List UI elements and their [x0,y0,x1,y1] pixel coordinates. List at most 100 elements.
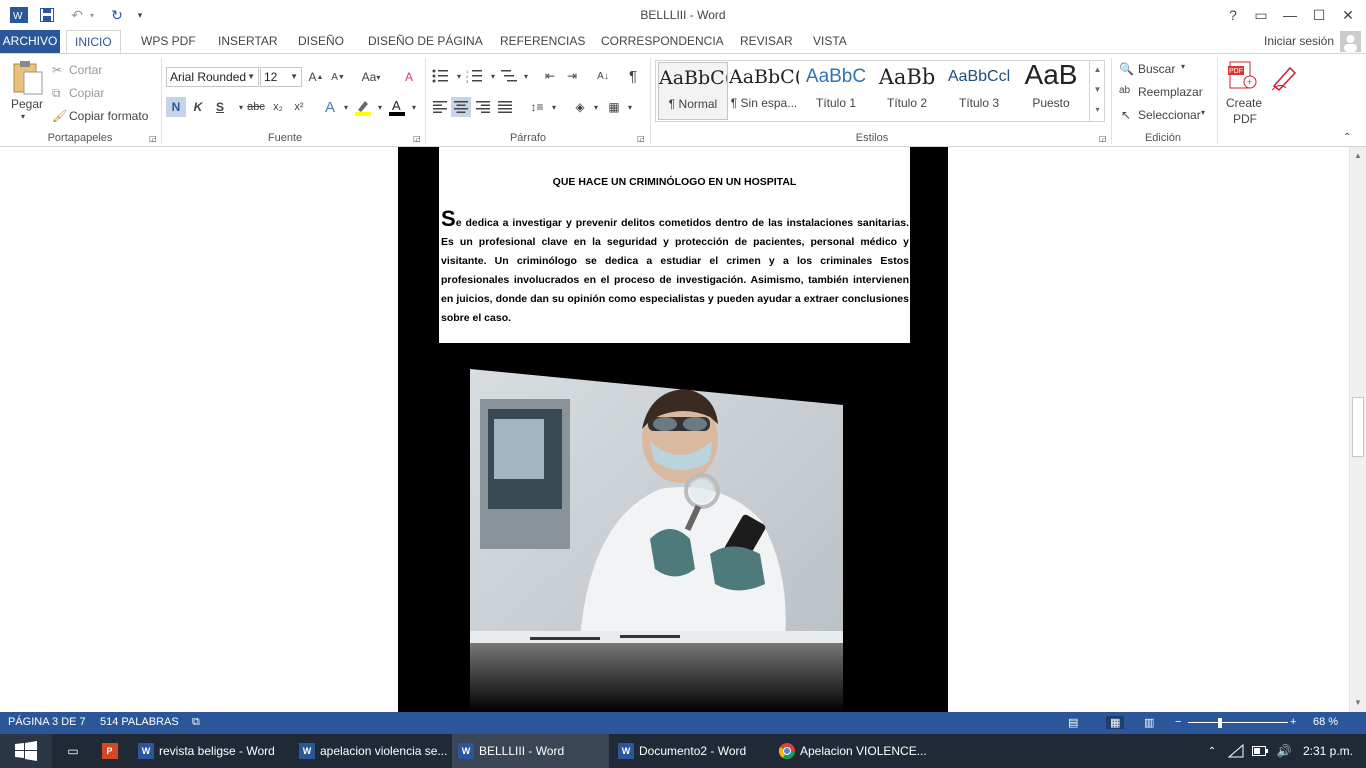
paste-dropdown-icon[interactable]: ▾ [21,112,25,121]
style-sin-espaciado[interactable]: AaBbC( ¶ Sin espa... [729,62,799,120]
style-puesto[interactable]: AaB Puesto [1016,62,1086,120]
scroll-thumb[interactable] [1352,397,1364,457]
read-mode-icon[interactable]: ▤ [1068,716,1078,729]
chevron-down-icon[interactable]: ▼ [1090,80,1105,100]
paste-button[interactable]: Pegar [11,97,43,111]
zoom-slider[interactable] [1188,722,1288,723]
font-launcher-icon[interactable]: ◲ [413,134,421,143]
text-box[interactable]: QUE HACE UN CRIMINÓLOGO EN UN HOSPITAL S… [439,147,910,343]
taskbar-item-active[interactable]: W BELLLIII - Word [452,734,609,768]
tab-diseno[interactable]: DISEÑO [290,30,352,53]
tab-insertar[interactable]: INSERTAR [210,30,286,53]
copy-button[interactable]: Copiar [69,86,104,100]
taskbar-item[interactable]: Wrevista beligse - Word [132,734,284,768]
avatar[interactable] [1340,31,1361,52]
bullets-icon[interactable] [430,66,450,86]
scroll-up-icon[interactable]: ▲ [1350,149,1366,163]
zoom-slider-thumb[interactable] [1218,718,1223,728]
font-name-combo[interactable]: Arial Rounded ▼ [166,67,259,87]
web-layout-icon[interactable]: ▥ [1144,716,1154,729]
select-button[interactable]: Seleccionar [1138,108,1201,122]
page-indicator[interactable]: PÁGINA 3 DE 7 [8,716,86,728]
style-titulo-3[interactable]: AaBbCcl Título 3 [944,62,1014,120]
taskbar-item[interactable]: W Documento2 - Word [612,734,769,768]
superscript-button[interactable]: x² [289,97,309,117]
network-icon[interactable] [1226,734,1246,768]
chevron-down-icon[interactable]: ▾ [544,97,564,117]
chevron-down-icon[interactable]: ▾ [620,97,640,117]
tab-vista[interactable]: VISTA [805,30,855,53]
underline-button[interactable]: S [210,97,230,117]
justify-icon[interactable] [495,97,515,117]
vertical-scrollbar[interactable]: ▲ ▼ [1349,147,1366,712]
chevron-down-icon[interactable]: ▾ [404,97,424,117]
find-button[interactable]: Buscar [1138,62,1175,76]
replace-button[interactable]: Reemplazar [1138,85,1203,99]
volume-icon[interactable]: 🔊 [1274,734,1294,768]
signin-link[interactable]: Iniciar sesión [1256,30,1342,53]
chevron-down-icon[interactable]: ▾ [1201,108,1205,117]
more-styles-icon[interactable]: ▾ [1090,100,1105,120]
zoom-in-icon[interactable]: + [1290,716,1296,728]
align-left-icon[interactable] [430,97,450,117]
task-view-icon[interactable]: ▭ [58,734,88,768]
document-page[interactable]: QUE HACE UN CRIMINÓLOGO EN UN HOSPITAL S… [398,147,948,712]
subscript-button[interactable]: x₂ [268,97,288,117]
align-right-icon[interactable] [473,97,493,117]
ribbon-display-button[interactable]: ▭ [1246,0,1276,30]
start-button[interactable] [0,734,52,768]
shrink-font-icon[interactable]: A ▼ [328,67,348,87]
taskbar-item[interactable]: Wapelacion violencia se... [293,734,449,768]
paragraph-launcher-icon[interactable]: ◲ [637,134,645,143]
align-center-icon[interactable] [451,97,471,117]
show-formatting-icon[interactable]: ¶ [623,66,643,86]
zoom-level[interactable]: 68 % [1313,716,1338,728]
sign-pdf-icon[interactable] [1270,62,1300,92]
chevron-down-icon[interactable]: ▾ [586,97,606,117]
tab-archivo[interactable]: ARCHIVO [0,30,60,53]
strikethrough-button[interactable]: abc [245,97,267,117]
create-pdf-button[interactable]: Create [1226,96,1262,110]
italic-button[interactable]: K [188,97,208,117]
chevron-up-icon[interactable]: ⌃ [1203,734,1221,768]
tab-inicio[interactable]: INICIO [66,30,121,53]
change-case-button[interactable]: Aa ▾ [357,67,385,87]
clipboard-launcher-icon[interactable]: ◲ [149,134,157,143]
document-area[interactable]: QUE HACE UN CRIMINÓLOGO EN UN HOSPITAL S… [0,147,1349,712]
decrease-indent-icon[interactable]: ⇤ [540,66,560,86]
zoom-out-icon[interactable]: − [1175,716,1181,728]
paste-icon[interactable] [10,60,44,96]
style-titulo-2[interactable]: AaBb Título 2 [872,62,942,120]
proofing-icon[interactable]: ⧉ [192,716,200,729]
style-titulo-1[interactable]: AaBbC Título 1 [801,62,871,120]
tab-wps-pdf[interactable]: WPS PDF [133,30,204,53]
cut-button[interactable]: Cortar [69,63,102,77]
format-painter-button[interactable]: Copiar formato [69,109,148,123]
font-size-combo[interactable]: 12 ▼ [260,67,302,87]
chevron-up-icon[interactable]: ▲ [1090,60,1105,80]
scroll-down-icon[interactable]: ▼ [1350,696,1366,710]
taskbar-item[interactable]: Apelacion VIOLENCE... [773,734,930,768]
grow-font-icon[interactable]: A ▲ [306,67,326,87]
bold-button[interactable]: N [166,97,186,117]
help-button[interactable]: ? [1218,0,1248,30]
clock[interactable]: 2:31 p.m. [1300,734,1356,768]
pdf-icon[interactable]: PDF + [1228,60,1258,92]
powerpoint-icon[interactable]: P [97,734,127,768]
document-body[interactable]: Se dedica a investigar y prevenir delito… [441,208,909,328]
tab-correspondencia[interactable]: CORRESPONDENCIA [593,30,732,53]
tab-diseno-pagina[interactable]: DISEÑO DE PÁGINA [360,30,491,53]
styles-launcher-icon[interactable]: ◲ [1099,134,1107,143]
chevron-down-icon[interactable]: ▾ [1181,62,1185,71]
chevron-down-icon[interactable]: ▾ [516,66,536,86]
clear-formatting-icon[interactable]: A [399,67,419,87]
minimize-button[interactable]: — [1275,0,1305,30]
close-button[interactable]: ✕ [1333,0,1363,30]
print-layout-icon[interactable]: ▦ [1106,716,1125,729]
numbering-icon[interactable]: 123 [464,66,484,86]
styles-scroll[interactable]: ▲ ▼ ▾ [1089,60,1105,122]
maximize-button[interactable]: ☐ [1304,0,1334,30]
collapse-ribbon-icon[interactable]: ⌃ [1343,132,1351,143]
tab-revisar[interactable]: REVISAR [732,30,801,53]
criminologist-photo[interactable] [470,369,843,712]
